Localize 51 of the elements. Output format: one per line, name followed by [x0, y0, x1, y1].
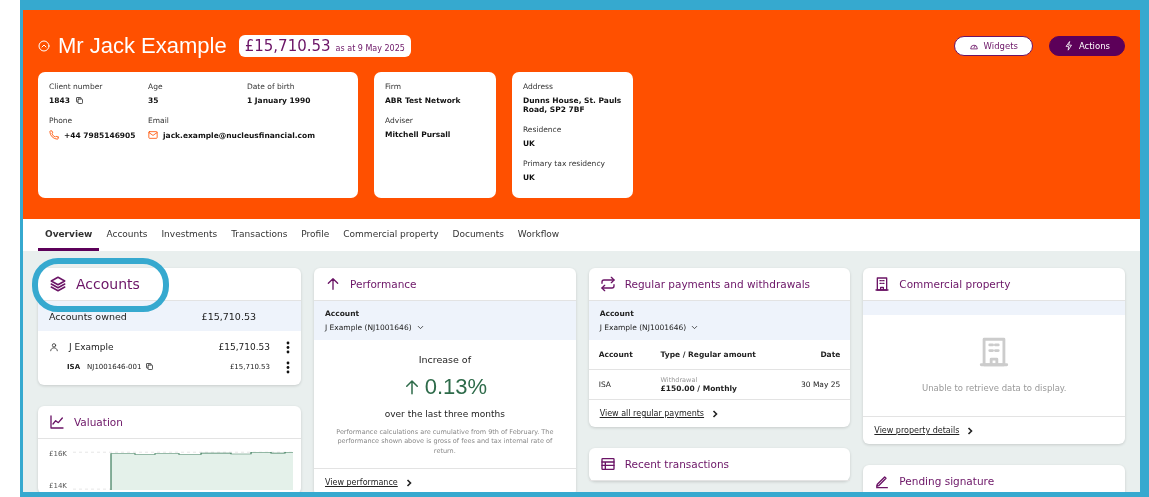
card-link[interactable]: View all regular payments — [599, 409, 705, 418]
nav-tab[interactable]: Accounts — [99, 219, 155, 251]
nav-tab[interactable]: Documents — [445, 219, 511, 251]
card-title: Commercial property — [899, 278, 1011, 290]
nav-tab[interactable]: Transactions — [224, 219, 295, 251]
more-options-icon[interactable] — [286, 340, 290, 354]
more-options-icon[interactable] — [286, 360, 290, 374]
chevron-right-icon — [405, 478, 412, 487]
table-icon — [599, 456, 616, 472]
chevron-down-icon — [415, 323, 425, 332]
change-intro: Increase of — [418, 354, 472, 365]
phone-icon — [49, 130, 59, 140]
building-icon — [874, 276, 891, 292]
nav-tab[interactable]: Workflow — [510, 219, 567, 251]
copy-icon — [145, 361, 155, 371]
card-title: Regular payments and withdrawals — [624, 278, 811, 290]
chevron-right-icon — [712, 409, 719, 418]
empty-message: Unable to retrieve data to display. — [921, 383, 1067, 393]
nav-tab[interactable]: Profile — [294, 219, 337, 251]
summary-amount: £15,710.53 — [201, 310, 256, 322]
envelope-icon — [148, 130, 158, 140]
lightning-icon — [1063, 41, 1074, 51]
collapse-icon — [38, 40, 50, 52]
chevron-down-icon — [690, 323, 700, 332]
person-icon — [49, 342, 59, 352]
header-button[interactable]: Actions — [1048, 36, 1125, 56]
change-period: over the last three months — [384, 409, 505, 419]
nav-tab[interactable]: Overview — [38, 219, 100, 251]
card-title: Valuation — [74, 416, 123, 428]
card-title: Pending signature — [899, 475, 995, 487]
holder-amount: £15,710.53 — [218, 342, 270, 352]
card-title: Recent transactions — [624, 458, 730, 470]
performance-change: 0.13% — [424, 374, 488, 400]
pen-icon — [874, 473, 891, 489]
copy-icon — [74, 96, 84, 105]
card-link[interactable]: View performance — [325, 478, 398, 488]
holder-name: J Example — [69, 342, 114, 352]
balance-badge: £15,710.53 as at 9 May 2025 — [238, 35, 411, 57]
layers-icon — [49, 275, 67, 293]
client-name: Mr Jack Example — [58, 33, 227, 59]
card-title: Performance — [350, 278, 417, 290]
summary-label: Accounts owned — [49, 310, 127, 322]
up-arrow-icon — [325, 276, 341, 292]
line-chart-icon — [49, 414, 65, 430]
repeat-arrows-icon — [599, 276, 616, 292]
nav-tab[interactable]: Commercial property — [336, 219, 446, 251]
header-button[interactable]: Widgets — [953, 36, 1033, 56]
card-link[interactable]: View property details — [874, 426, 960, 435]
nav-tab[interactable]: Investments — [154, 219, 225, 251]
chevron-right-icon — [967, 426, 974, 435]
card-title: Accounts — [76, 276, 140, 292]
